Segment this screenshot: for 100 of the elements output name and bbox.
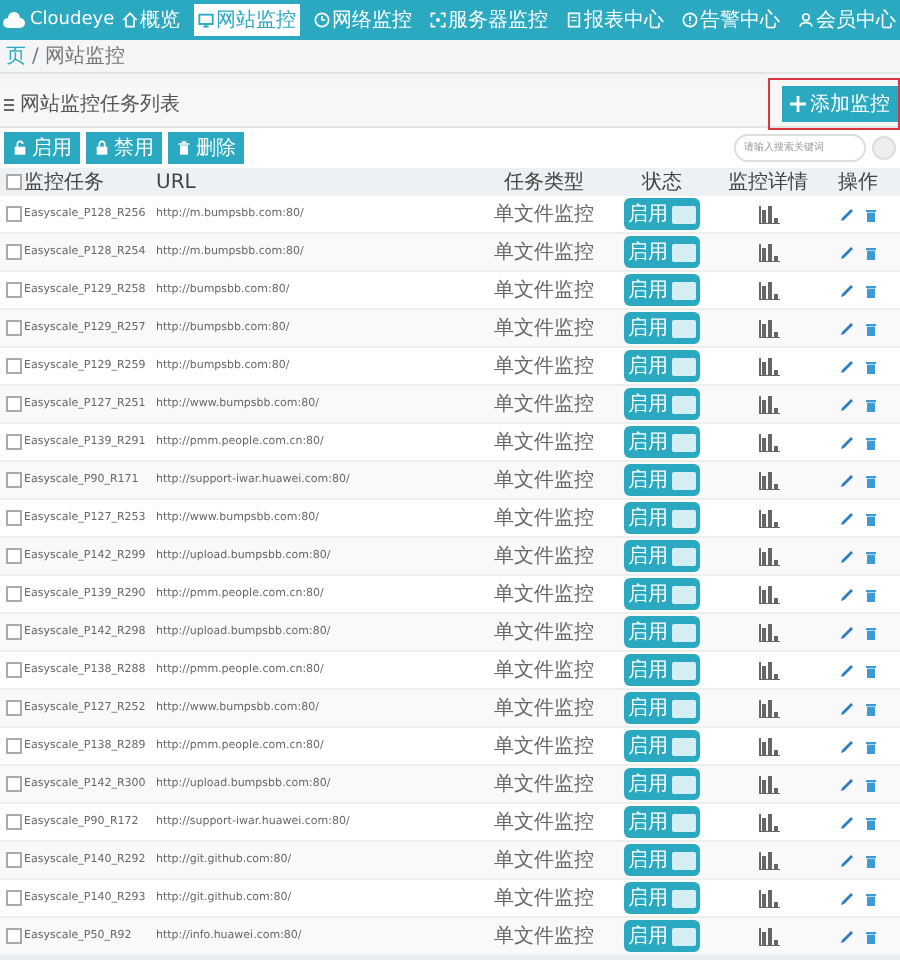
status-toggle[interactable]: 启用 (624, 350, 700, 382)
status-toggle[interactable]: 启用 (624, 730, 700, 762)
checkbox[interactable] (6, 510, 22, 526)
status-toggle[interactable]: 启用 (624, 578, 700, 610)
trash-icon[interactable] (863, 207, 877, 221)
trash-icon[interactable] (863, 701, 877, 715)
edit-icon[interactable] (839, 663, 853, 677)
status-toggle[interactable]: 启用 (624, 616, 700, 648)
nav-tab[interactable]: 概览 (118, 4, 184, 36)
edit-icon[interactable] (839, 283, 853, 297)
status-toggle[interactable]: 启用 (624, 540, 700, 572)
edit-icon[interactable] (839, 625, 853, 639)
checkbox[interactable] (6, 434, 22, 450)
status-toggle[interactable]: 启用 (624, 388, 700, 420)
trash-icon[interactable] (863, 815, 877, 829)
status-toggle[interactable]: 启用 (624, 882, 700, 914)
checkbox[interactable] (6, 662, 22, 678)
checkbox[interactable] (6, 700, 22, 716)
checkbox[interactable] (6, 852, 22, 868)
checkbox[interactable] (6, 472, 22, 488)
checkbox[interactable] (6, 206, 22, 222)
edit-icon[interactable] (839, 321, 853, 335)
status-toggle[interactable]: 启用 (624, 464, 700, 496)
add-monitor-button[interactable]: 添加监控 (782, 86, 898, 122)
status-toggle[interactable]: 启用 (624, 312, 700, 344)
checkbox[interactable] (6, 320, 22, 336)
edit-icon[interactable] (839, 207, 853, 221)
nav-tab[interactable]: 网站监控 (194, 4, 300, 36)
trash-icon[interactable] (863, 435, 877, 449)
edit-icon[interactable] (839, 739, 853, 753)
bar-chart-icon[interactable] (757, 661, 779, 679)
status-toggle[interactable]: 启用 (624, 844, 700, 876)
bar-chart-icon[interactable] (757, 585, 779, 603)
bar-chart-icon[interactable] (757, 927, 779, 945)
toolbar-button[interactable]: 启用 (4, 132, 80, 164)
edit-icon[interactable] (839, 701, 853, 715)
trash-icon[interactable] (863, 245, 877, 259)
checkbox[interactable] (6, 586, 22, 602)
bar-chart-icon[interactable] (757, 357, 779, 375)
trash-icon[interactable] (863, 397, 877, 411)
edit-icon[interactable] (839, 245, 853, 259)
bar-chart-icon[interactable] (757, 889, 779, 907)
edit-icon[interactable] (839, 511, 853, 525)
breadcrumb-link[interactable]: 页 (6, 42, 26, 70)
status-toggle[interactable]: 启用 (624, 654, 700, 686)
trash-icon[interactable] (863, 929, 877, 943)
status-toggle[interactable]: 启用 (624, 768, 700, 800)
checkbox[interactable] (6, 890, 22, 906)
bar-chart-icon[interactable] (757, 433, 779, 451)
edit-icon[interactable] (839, 891, 853, 905)
status-toggle[interactable]: 启用 (624, 236, 700, 268)
status-toggle[interactable]: 启用 (624, 920, 700, 952)
nav-tab[interactable]: 会员中心 (794, 4, 900, 36)
status-toggle[interactable]: 启用 (624, 274, 700, 306)
edit-icon[interactable] (839, 397, 853, 411)
bar-chart-icon[interactable] (757, 243, 779, 261)
bar-chart-icon[interactable] (757, 471, 779, 489)
status-toggle[interactable]: 启用 (624, 502, 700, 534)
bar-chart-icon[interactable] (757, 775, 779, 793)
nav-tab[interactable]: 网络监控 (310, 4, 416, 36)
edit-icon[interactable] (839, 549, 853, 563)
bar-chart-icon[interactable] (757, 281, 779, 299)
trash-icon[interactable] (863, 891, 877, 905)
checkbox[interactable] (6, 814, 22, 830)
edit-icon[interactable] (839, 815, 853, 829)
breadcrumb-link[interactable]: 网站监控 (44, 42, 125, 70)
bar-chart-icon[interactable] (757, 319, 779, 337)
edit-icon[interactable] (839, 587, 853, 601)
edit-icon[interactable] (839, 853, 853, 867)
checkbox[interactable] (6, 624, 22, 640)
nav-tab[interactable]: 告警中心 (678, 4, 784, 36)
edit-icon[interactable] (839, 435, 853, 449)
bar-chart-icon[interactable] (757, 205, 779, 223)
status-toggle[interactable]: 启用 (624, 806, 700, 838)
checkbox[interactable] (6, 282, 22, 298)
trash-icon[interactable] (863, 511, 877, 525)
trash-icon[interactable] (863, 473, 877, 487)
edit-icon[interactable] (839, 359, 853, 373)
bar-chart-icon[interactable] (757, 395, 779, 413)
trash-icon[interactable] (863, 321, 877, 335)
edit-icon[interactable] (839, 473, 853, 487)
checkbox[interactable] (6, 928, 22, 944)
trash-icon[interactable] (863, 625, 877, 639)
status-toggle[interactable]: 启用 (624, 692, 700, 724)
bar-chart-icon[interactable] (757, 813, 779, 831)
checkbox[interactable] (6, 244, 22, 260)
checkbox[interactable] (6, 738, 22, 754)
trash-icon[interactable] (863, 283, 877, 297)
checkbox[interactable] (6, 174, 22, 190)
trash-icon[interactable] (863, 359, 877, 373)
checkbox[interactable] (6, 548, 22, 564)
bar-chart-icon[interactable] (757, 547, 779, 565)
trash-icon[interactable] (863, 739, 877, 753)
checkbox[interactable] (6, 396, 22, 412)
checkbox[interactable] (6, 776, 22, 792)
status-toggle[interactable]: 启用 (624, 198, 700, 230)
toolbar-button[interactable]: 禁用 (86, 132, 162, 164)
bar-chart-icon[interactable] (757, 851, 779, 869)
edit-icon[interactable] (839, 777, 853, 791)
bar-chart-icon[interactable] (757, 509, 779, 527)
